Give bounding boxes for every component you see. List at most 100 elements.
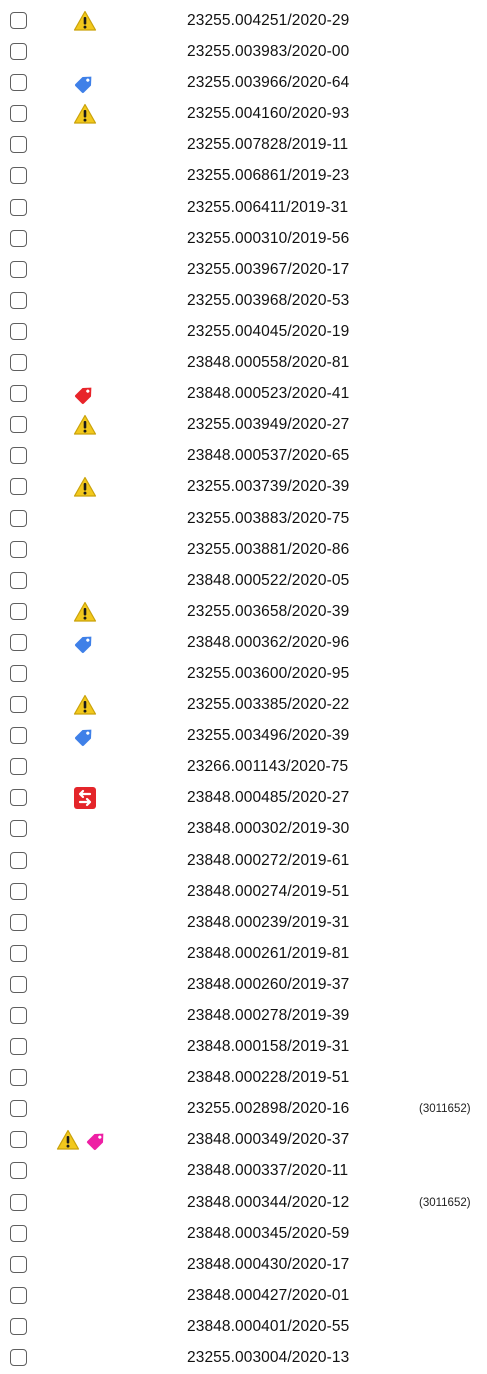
row-checkbox[interactable] [10, 820, 27, 838]
process-number[interactable]: 23255.002898/2020-16 [187, 1100, 349, 1118]
row-checkbox[interactable] [10, 1162, 27, 1180]
row-checkbox[interactable] [10, 1069, 27, 1087]
row-checkbox[interactable] [10, 12, 27, 29]
row-checkbox[interactable] [10, 1193, 27, 1211]
process-number[interactable]: 23255.000310/2019-56 [187, 230, 349, 248]
process-number[interactable]: 23848.000485/2020-27 [187, 789, 349, 807]
process-number[interactable]: 23848.000401/2020-55 [187, 1318, 349, 1336]
row-status-icons [56, 1284, 126, 1308]
row-checkbox[interactable] [10, 696, 27, 714]
row-status-icons [56, 911, 126, 935]
process-number[interactable]: 23266.001143/2020-75 [187, 758, 348, 776]
row-checkbox[interactable] [10, 136, 27, 154]
process-note: (3011652) [419, 1103, 471, 1116]
process-number[interactable]: 23848.000274/2019-51 [187, 883, 349, 901]
row-checkbox[interactable] [10, 385, 27, 403]
row-checkbox[interactable] [10, 1131, 27, 1149]
list-item: 23848.000274/2019-51 [0, 877, 487, 908]
process-number[interactable]: 23255.003496/2020-39 [187, 727, 349, 745]
row-checkbox[interactable] [10, 260, 27, 278]
process-number[interactable]: 23255.003949/2020-27 [187, 416, 349, 434]
row-checkbox[interactable] [10, 633, 27, 651]
row-checkbox[interactable] [10, 571, 27, 589]
process-number[interactable]: 23255.006861/2019-23 [187, 167, 349, 185]
row-checkbox[interactable] [10, 1317, 27, 1335]
process-number[interactable]: 23255.003881/2020-86 [187, 541, 349, 559]
row-status-icons [56, 631, 126, 655]
row-checkbox[interactable] [10, 727, 27, 745]
row-checkbox[interactable] [10, 167, 27, 185]
process-number[interactable]: 23255.003600/2020-95 [187, 665, 349, 683]
process-number[interactable]: 23848.000349/2020-37 [187, 1131, 349, 1149]
row-checkbox[interactable] [10, 540, 27, 558]
process-number[interactable]: 23255.003385/2020-22 [187, 696, 349, 714]
process-number[interactable]: 23848.000158/2019-31 [187, 1038, 349, 1056]
row-checkbox[interactable] [10, 1100, 27, 1118]
row-status-icons [56, 569, 126, 593]
row-checkbox[interactable] [10, 478, 27, 496]
process-number[interactable]: 23848.000522/2020-05 [187, 572, 349, 590]
process-number[interactable]: 23848.000261/2019-81 [187, 945, 349, 963]
row-checkbox[interactable] [10, 416, 27, 434]
list-item: 23848.000228/2019-51 [0, 1063, 487, 1094]
row-checkbox[interactable] [10, 664, 27, 682]
row-checkbox[interactable] [10, 229, 27, 247]
row-checkbox[interactable] [10, 1224, 27, 1242]
row-checkbox[interactable] [10, 1349, 27, 1367]
list-item: 23848.000558/2020-81 [0, 348, 487, 379]
row-checkbox[interactable] [10, 1007, 27, 1024]
row-checkbox[interactable] [10, 975, 27, 993]
process-number[interactable]: 23255.003967/2020-17 [187, 261, 349, 279]
row-checkbox[interactable] [10, 1255, 27, 1273]
row-checkbox[interactable] [10, 789, 27, 807]
process-number[interactable]: 23255.006411/2019-31 [187, 199, 348, 217]
row-checkbox[interactable] [10, 1038, 27, 1056]
row-checkbox[interactable] [10, 354, 27, 372]
process-number[interactable]: 23255.003983/2020-00 [187, 43, 349, 61]
process-number[interactable]: 23255.003966/2020-64 [187, 74, 349, 92]
row-checkbox[interactable] [10, 913, 27, 931]
process-number[interactable]: 23848.000537/2020-65 [187, 447, 349, 465]
row-checkbox[interactable] [10, 758, 27, 776]
row-checkbox[interactable] [10, 198, 27, 216]
process-number[interactable]: 23848.000430/2020-17 [187, 1256, 349, 1274]
process-number[interactable]: 23848.000228/2019-51 [187, 1069, 349, 1087]
process-number[interactable]: 23255.003004/2020-13 [187, 1349, 349, 1367]
process-number[interactable]: 23255.007828/2019-11 [187, 136, 348, 154]
process-number[interactable]: 23848.000239/2019-31 [187, 914, 349, 932]
row-checkbox[interactable] [10, 602, 27, 620]
process-number[interactable]: 23255.004251/2020-29 [187, 12, 349, 30]
process-number[interactable]: 23848.000272/2019-61 [187, 852, 349, 870]
process-number[interactable]: 23848.000427/2020-01 [187, 1287, 349, 1305]
process-number[interactable]: 23255.003883/2020-75 [187, 510, 349, 528]
process-number[interactable]: 23255.003658/2020-39 [187, 603, 349, 621]
process-number[interactable]: 23848.000260/2019-37 [187, 976, 349, 994]
row-checkbox[interactable] [10, 322, 27, 340]
list-item: 23848.000430/2020-17 [0, 1250, 487, 1281]
row-checkbox[interactable] [10, 74, 27, 92]
row-checkbox[interactable] [10, 882, 27, 900]
process-number[interactable]: 23848.000278/2019-39 [187, 1007, 349, 1025]
process-number[interactable]: 23848.000337/2020-11 [187, 1162, 348, 1180]
process-number[interactable]: 23848.000523/2020-41 [187, 385, 349, 403]
row-checkbox[interactable] [10, 851, 27, 869]
process-number[interactable]: 23848.000558/2020-81 [187, 354, 349, 372]
row-checkbox[interactable] [10, 447, 27, 465]
list-item: 23255.003658/2020-39 [0, 597, 487, 628]
warning-icon [73, 9, 97, 33]
row-checkbox[interactable] [10, 509, 27, 527]
process-number[interactable]: 23255.003968/2020-53 [187, 292, 349, 310]
process-number[interactable]: 23848.000344/2020-12 [187, 1194, 349, 1212]
process-number[interactable]: 23255.004045/2020-19 [187, 323, 349, 341]
row-checkbox[interactable] [10, 944, 27, 962]
row-checkbox[interactable] [10, 291, 27, 309]
process-number[interactable]: 23255.003739/2020-39 [187, 478, 349, 496]
process-number[interactable]: 23848.000302/2019-30 [187, 820, 349, 838]
list-item: 23255.007828/2019-11 [0, 130, 487, 161]
row-checkbox[interactable] [10, 43, 27, 61]
process-number[interactable]: 23255.004160/2020-93 [187, 105, 349, 123]
row-checkbox[interactable] [10, 105, 27, 123]
process-number[interactable]: 23848.000362/2020-96 [187, 634, 349, 652]
process-number[interactable]: 23848.000345/2020-59 [187, 1225, 349, 1243]
row-checkbox[interactable] [10, 1286, 27, 1304]
